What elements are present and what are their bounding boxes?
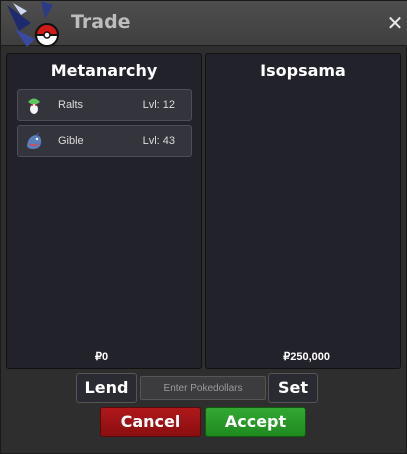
- pokemon-level: Lvl: 12: [142, 99, 175, 111]
- my-offer-panel: Metanarchy Ralts Lvl: 12 Gible Lvl: 43 ₽…: [6, 53, 202, 369]
- partner-money-offer: ₽250,000: [283, 351, 330, 363]
- accept-button[interactable]: Accept: [205, 407, 306, 437]
- offer-pokemon-gible[interactable]: Gible Lvl: 43: [17, 125, 192, 157]
- close-icon[interactable]: ✕: [386, 13, 404, 33]
- my-player-name: Metanarchy: [50, 61, 158, 80]
- pokemon-name: Ralts: [58, 99, 84, 111]
- trade-window: Trade ✕ Metanarchy Ralts Lvl: 12 Gible L…: [0, 0, 407, 454]
- partner-player-name: Isopsama: [260, 61, 346, 80]
- set-money-button[interactable]: Set: [268, 373, 318, 403]
- gible-sprite-icon: [27, 132, 42, 149]
- my-money-offer: ₽0: [95, 351, 109, 363]
- pokemon-name: Gible: [58, 135, 84, 147]
- partner-offer-panel: Isopsama ₽250,000: [205, 53, 401, 369]
- pokedollars-input[interactable]: [140, 376, 266, 400]
- pokemon-level: Lvl: 43: [142, 135, 175, 147]
- lend-button[interactable]: Lend: [76, 373, 137, 403]
- ralts-sprite-icon: [28, 98, 40, 114]
- window-title: Trade: [71, 11, 131, 33]
- cancel-button[interactable]: Cancel: [100, 407, 201, 437]
- pokeball-logo-icon: [7, 1, 60, 47]
- offer-pokemon-ralts[interactable]: Ralts Lvl: 12: [17, 89, 192, 121]
